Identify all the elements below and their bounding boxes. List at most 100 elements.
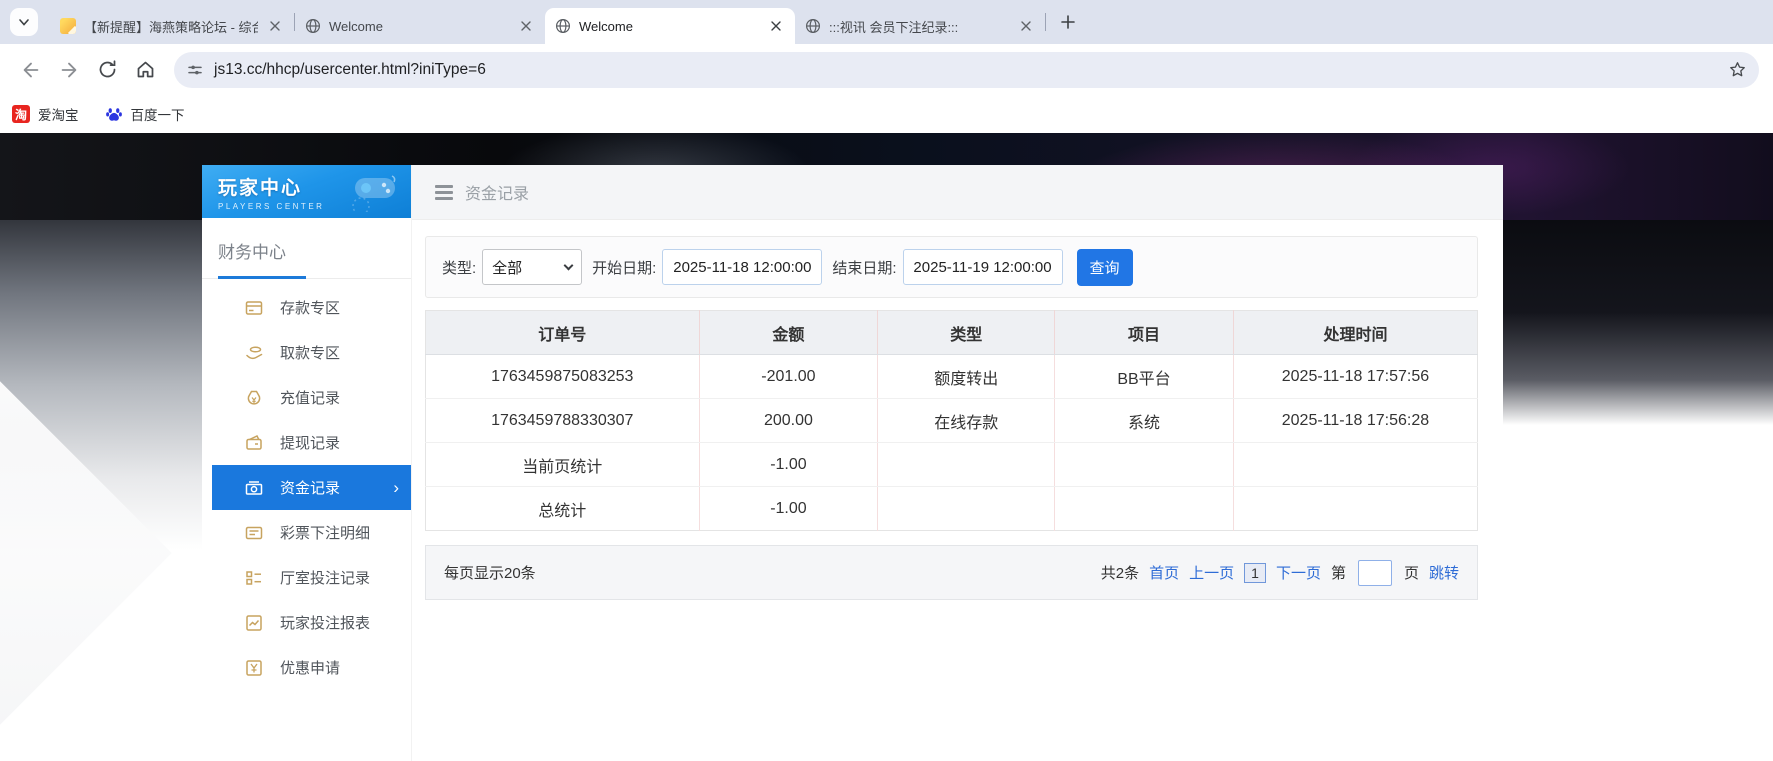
- end-date-input[interactable]: [902, 249, 1063, 285]
- menu-toggle-icon[interactable]: [435, 184, 453, 200]
- globe-favicon: [805, 18, 821, 34]
- table-row-total-summary: 总统计 -1.00: [426, 486, 1478, 531]
- table-cell: [1232, 442, 1478, 487]
- pagination-controls: 共2条 首页 上一页 1 下一页 第 页 跳转: [1100, 559, 1459, 586]
- tab-search-button[interactable]: [10, 8, 38, 36]
- jump-link[interactable]: 跳转: [1429, 562, 1459, 583]
- baidu-paw-icon: [105, 105, 123, 123]
- background-fade-right: [1503, 220, 1773, 425]
- browser-toolbar: js13.cc/hhcp/usercenter.html?iniType=6: [0, 44, 1773, 95]
- bookmark-baidu[interactable]: 百度一下: [105, 104, 185, 124]
- chevron-right-icon: ›: [393, 477, 399, 497]
- tab-close-icon[interactable]: [517, 17, 535, 35]
- gamepad-icon: [352, 174, 396, 212]
- content-header: 资金记录: [412, 165, 1503, 220]
- start-date-label: 开始日期:: [592, 259, 657, 277]
- sidebar-item-label: 玩家投注报表: [280, 615, 371, 632]
- jump-page-input[interactable]: [1357, 559, 1392, 586]
- tab-welcome-2-active[interactable]: Welcome: [545, 8, 795, 44]
- url-text[interactable]: js13.cc/hhcp/usercenter.html?iniType=6: [214, 61, 1728, 79]
- first-page-link[interactable]: 首页: [1149, 562, 1179, 583]
- type-select[interactable]: 全部: [482, 249, 583, 285]
- table-cell: -1.00: [698, 442, 878, 487]
- home-button[interactable]: [128, 53, 162, 87]
- tab-welcome-1[interactable]: Welcome: [295, 8, 545, 44]
- chart-report-icon: [244, 613, 264, 633]
- forum-favicon: [60, 18, 76, 34]
- sidebar-item-promo-application[interactable]: 优惠申请: [212, 645, 411, 690]
- forward-button[interactable]: [52, 53, 86, 87]
- content-body: 类型: 全部 开始日期: 结束日期: 查询 订单号: [412, 220, 1503, 600]
- current-page-indicator[interactable]: 1: [1244, 562, 1266, 583]
- table-cell: -1.00: [698, 486, 878, 531]
- sidebar-item-funds-records[interactable]: 资金记录 ›: [212, 465, 411, 510]
- sidebar-item-deposit-zone[interactable]: 存款专区: [212, 285, 411, 330]
- sidebar-item-label: 优惠申请: [280, 660, 341, 677]
- total-count-label: 共2条: [1100, 565, 1140, 582]
- ticket-list-icon: [244, 523, 264, 543]
- table-cell: 1763459788330307: [425, 398, 700, 443]
- sidebar-item-withdraw-zone[interactable]: 取款专区: [212, 330, 411, 375]
- deposit-card-icon: [244, 298, 264, 318]
- bookmark-taobao[interactable]: 淘 爱淘宝: [12, 104, 79, 124]
- jump-suffix-label: 页: [1403, 565, 1419, 582]
- prev-page-link[interactable]: 上一页: [1189, 562, 1234, 583]
- table-cell: 1763459875083253: [425, 354, 700, 399]
- sidebar-item-player-bet-report[interactable]: 玩家投注报表: [212, 600, 411, 645]
- type-select-value: 全部: [492, 259, 523, 277]
- user-center-panel: 玩家中心 PLAYERS CENTER 财务中心 存款专区 取款专区 充值记录 …: [202, 165, 1503, 761]
- funds-table: 订单号 金额 类型 项目 处理时间 1763459875083253 -201.…: [425, 310, 1478, 531]
- sidebar-item-label: 充值记录: [280, 390, 341, 407]
- col-header-type: 类型: [877, 310, 1055, 355]
- new-tab-button[interactable]: [1054, 8, 1082, 36]
- site-info-icon[interactable]: [186, 61, 204, 79]
- type-label: 类型:: [442, 259, 477, 277]
- filter-bar: 类型: 全部 开始日期: 结束日期: 查询: [425, 236, 1478, 298]
- url-bar[interactable]: js13.cc/hhcp/usercenter.html?iniType=6: [174, 51, 1759, 88]
- page-viewport: 玩家中心 PLAYERS CENTER 财务中心 存款专区 取款专区 充值记录 …: [0, 133, 1773, 761]
- banknote-icon: [244, 478, 264, 498]
- table-row: 1763459875083253 -201.00 额度转出 BB平台 2025-…: [425, 354, 1478, 399]
- tab-forum[interactable]: 【新提醒】海燕策略论坛 - 综合: [50, 8, 294, 44]
- bookmark-label: 百度一下: [130, 108, 185, 123]
- start-date-input[interactable]: [662, 249, 823, 285]
- jump-prefix-label: 第: [1330, 565, 1346, 582]
- promo-yuan-icon: [244, 658, 264, 678]
- globe-favicon: [555, 18, 571, 34]
- sidebar-item-label: 提现记录: [280, 435, 341, 452]
- table-cell: [877, 486, 1055, 531]
- pagination-bar: 每页显示20条 共2条 首页 上一页 1 下一页 第 页 跳转: [425, 545, 1478, 600]
- table-cell: 200.00: [698, 398, 878, 443]
- bookmarks-bar: 淘 爱淘宝 百度一下: [0, 95, 1773, 133]
- next-page-link[interactable]: 下一页: [1276, 562, 1321, 583]
- tab-close-icon[interactable]: [266, 17, 284, 35]
- table-cell: 在线存款: [877, 398, 1055, 443]
- reload-button[interactable]: [90, 53, 124, 87]
- tab-title: Welcome: [579, 18, 633, 34]
- section-underline: [218, 276, 306, 279]
- table-cell: -201.00: [698, 354, 878, 399]
- sidebar-item-withdrawal-records[interactable]: 提现记录: [212, 420, 411, 465]
- bookmark-star-icon[interactable]: [1728, 60, 1747, 79]
- sidebar-subtitle: PLAYERS CENTER: [218, 201, 325, 211]
- table-cell: [1232, 486, 1478, 531]
- wallet-icon: [244, 433, 264, 453]
- tab-close-icon[interactable]: [767, 17, 785, 35]
- sidebar-item-lottery-bet-details[interactable]: 彩票下注明细: [212, 510, 411, 555]
- back-button[interactable]: [14, 53, 48, 87]
- sidebar-item-label: 存款专区: [280, 300, 341, 317]
- sidebar-section-finance: 财务中心: [202, 218, 411, 279]
- tab-strip: 【新提醒】海燕策略论坛 - 综合 Welcome Welcome :::视讯 会…: [0, 0, 1773, 44]
- tab-close-icon[interactable]: [1017, 17, 1035, 35]
- end-date-label: 结束日期:: [832, 259, 897, 277]
- table-cell: 额度转出: [877, 354, 1055, 399]
- sidebar-item-hall-bet-records[interactable]: 厅室投注记录: [212, 555, 411, 600]
- chevron-down-icon: [19, 19, 29, 26]
- tab-video-bet-records[interactable]: :::视讯 会员下注纪录:::: [795, 8, 1045, 44]
- table-cell: 2025-11-18 17:56:28: [1232, 398, 1478, 443]
- search-button[interactable]: 查询: [1076, 248, 1133, 286]
- sidebar-section-title: 财务中心: [218, 243, 286, 262]
- sidebar-item-label: 彩票下注明细: [280, 525, 371, 542]
- col-header-order-no: 订单号: [425, 310, 700, 355]
- sidebar-item-recharge-records[interactable]: 充值记录: [212, 375, 411, 420]
